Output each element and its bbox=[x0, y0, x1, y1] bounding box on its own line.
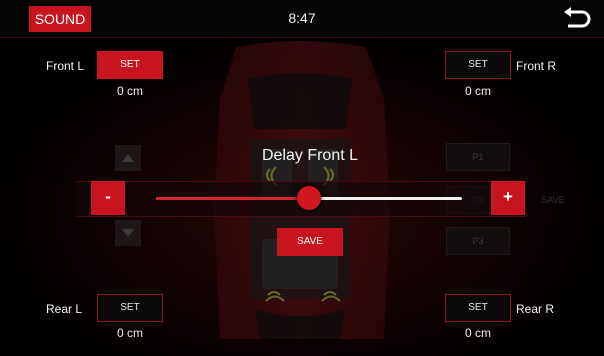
save-button[interactable]: SAVE bbox=[277, 228, 343, 256]
rear-left-set-button[interactable]: SET bbox=[97, 294, 163, 322]
channel-up-button[interactable] bbox=[115, 145, 141, 171]
rear-right-label: Rear R bbox=[516, 302, 555, 316]
channel-down-button[interactable] bbox=[115, 220, 141, 246]
back-button[interactable] bbox=[562, 6, 592, 32]
front-right-set-button[interactable]: SET bbox=[445, 51, 511, 79]
rear-right-value: 0 cm bbox=[464, 326, 491, 340]
delay-title: Delay Front L bbox=[261, 147, 359, 164]
delay-slider-fill bbox=[156, 197, 309, 200]
front-right-value: 0 cm bbox=[464, 84, 491, 98]
preset-3-button[interactable]: P3 bbox=[446, 227, 510, 255]
triangle-up-icon bbox=[122, 154, 134, 162]
back-arrow-icon bbox=[564, 7, 591, 28]
preset-1-button[interactable]: P1 bbox=[446, 143, 510, 171]
increase-button[interactable]: + bbox=[491, 181, 525, 215]
front-left-set-button[interactable]: SET bbox=[97, 51, 163, 79]
front-left-label: Front L bbox=[46, 59, 85, 73]
clock: 8:47 bbox=[288, 10, 316, 26]
preset-save-button[interactable]: SAVE bbox=[526, 186, 580, 214]
top-bar: SOUND 8:47 bbox=[0, 0, 604, 38]
triangle-down-icon bbox=[122, 229, 134, 237]
rear-left-value: 0 cm bbox=[116, 326, 143, 340]
front-left-value: 0 cm bbox=[116, 84, 143, 98]
delay-slider-thumb[interactable] bbox=[297, 186, 321, 210]
rear-left-label: Rear L bbox=[46, 302, 83, 316]
rear-right-set-button[interactable]: SET bbox=[445, 294, 511, 322]
front-right-label: Front R bbox=[516, 59, 557, 73]
decrease-button[interactable]: - bbox=[91, 181, 125, 215]
